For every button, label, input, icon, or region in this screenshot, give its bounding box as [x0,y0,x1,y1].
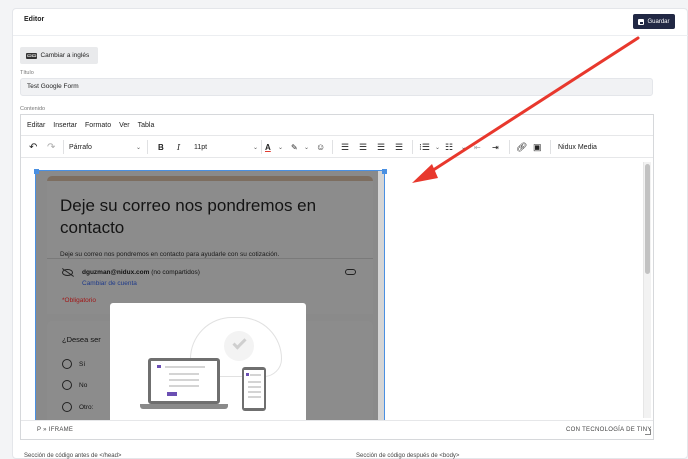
form-header-card: Deje su correo nos pondremos en contacto… [47,176,373,266]
menu-format[interactable]: Formato [85,122,111,129]
check-circle-icon [224,331,254,361]
save-button[interactable]: Guardar [633,14,675,29]
indent-icon[interactable]: ⇥ [492,141,499,153]
editor-content-area[interactable]: Deje su correo nos pondremos en contacto… [21,158,653,421]
option-label: Otro: [79,403,94,411]
sign-in-dialog-illustration [110,303,306,420]
account-email: dguzman@nidux.com [82,269,150,276]
eye-off-icon [62,269,73,276]
editor-scrollbar-thumb[interactable] [645,164,650,274]
resize-handle[interactable] [34,169,39,174]
rich-text-editor: Editar Insertar Formato Ver Tabla ↶ ↷ Pá… [20,114,654,440]
undo-icon[interactable]: ↶ [29,141,37,153]
radio-button[interactable] [62,359,72,369]
highlight-color-icon[interactable]: ✎ [291,141,298,153]
option-label: No [79,381,88,389]
bullet-list-icon[interactable]: ⁝☰ [419,141,430,153]
chevron-down-icon[interactable]: ⌄ [278,141,283,153]
menu-view[interactable]: Ver [119,122,130,129]
phone-illustration [242,367,266,411]
radio-button[interactable] [62,402,72,412]
resize-icon[interactable] [645,429,651,435]
image-icon[interactable]: ▣ [533,141,542,153]
account-note: (no compartidos) [151,269,200,276]
option-row[interactable]: Otro: [62,402,93,412]
bold-icon[interactable]: B [158,141,164,153]
powered-by-link[interactable]: CON TECNOLOGÍA DE TINY [566,427,652,433]
editor-scrollbar[interactable] [643,162,651,418]
title-label: Título [20,70,34,76]
resize-handle[interactable] [382,169,387,174]
redo-icon[interactable]: ↷ [47,141,55,153]
required-note: *Obligatorio [62,297,96,304]
menu-table[interactable]: Tabla [138,122,155,129]
align-right-icon[interactable]: ☰ [377,141,385,153]
editor-menubar: Editar Insertar Formato Ver Tabla [21,115,653,136]
content-label: Contenido [20,106,46,112]
block-format-select[interactable]: Párrafo ⌄ [69,141,141,153]
align-center-icon[interactable]: ☰ [359,141,367,153]
toolbar-separator [550,140,551,154]
outdent-icon[interactable]: ⇤ [474,141,481,153]
chevron-down-icon: ⌄ [135,144,141,151]
card-header: Editor Guardar [13,9,688,36]
title-input[interactable]: Test Google Form [20,78,653,96]
toolbar-separator [63,140,64,154]
radio-button[interactable] [62,380,72,390]
font-size-value: 11pt [194,143,208,151]
save-button-label: Guardar [647,18,670,25]
element-path[interactable]: P » IFRAME [37,427,73,433]
editor-statusbar: P » IFRAME CON TECNOLOGÍA DE TINY [21,420,653,439]
cloud-icon [345,269,356,275]
numbered-list-icon[interactable]: ☷ [445,141,453,153]
change-language-button[interactable]: ▭▭ Cambiar a inglés [20,47,98,64]
editor-toolbar: ↶ ↷ Párrafo ⌄ B I 11pt ⌄ A ⌄ ✎ ⌄ ☺ ☰ ☰ ☰ [21,136,653,158]
toolbar-separator [412,140,413,154]
card-title: Editor [24,16,45,23]
toolbar-separator [509,140,510,154]
language-icon: ▭▭ [26,52,38,59]
menu-insert[interactable]: Insertar [53,122,77,129]
question-text: ¿Desea ser [62,335,101,344]
option-label: Sí [79,360,86,368]
chevron-down-icon[interactable]: ⌄ [435,141,440,153]
menu-edit[interactable]: Editar [27,122,45,129]
toolbar-separator [147,140,148,154]
page-background: Editor Guardar ▭▭ Cambiar a inglés Títul… [0,0,688,459]
link-icon[interactable]: 🔗︎ [516,141,527,153]
laptop-base [140,404,228,409]
option-row[interactable]: Sí [62,359,85,369]
font-size-select[interactable]: 11pt ⌄ [194,141,258,153]
head-code-label: Sección de código antes de </head> [24,453,122,459]
form-title: Deje su correo nos pondremos en contacto [60,196,317,237]
chevron-down-icon[interactable]: ⌄ [461,141,466,153]
chevron-down-icon: ⌄ [252,144,258,151]
option-row[interactable]: No [62,380,87,390]
italic-icon[interactable]: I [177,141,180,153]
chevron-down-icon[interactable]: ⌄ [304,141,309,153]
body-code-label: Sección de código después de <body> [356,453,460,459]
align-left-icon[interactable]: ☰ [341,141,349,153]
form-subtitle: Deje su correo nos pondremos en contacto… [60,251,280,258]
emoji-icon[interactable]: ☺ [316,141,325,153]
iframe-scrollbar[interactable] [378,171,384,420]
toolbar-separator [261,140,262,154]
account-line: dguzman@nidux.com (no compartidos) [82,269,200,276]
change-language-label: Cambiar a inglés [40,52,90,59]
save-icon [638,18,645,25]
laptop-illustration [148,358,220,404]
block-format-value: Párrafo [69,143,92,151]
nidux-media-button[interactable]: Nidux Media [558,141,597,153]
align-justify-icon[interactable]: ☰ [395,141,403,153]
toolbar-separator [332,140,333,154]
switch-account-link[interactable]: Cambiar de cuenta [82,280,137,287]
embedded-iframe[interactable]: Deje su correo nos pondremos en contacto… [35,170,385,421]
text-color-icon[interactable]: A [265,141,271,153]
